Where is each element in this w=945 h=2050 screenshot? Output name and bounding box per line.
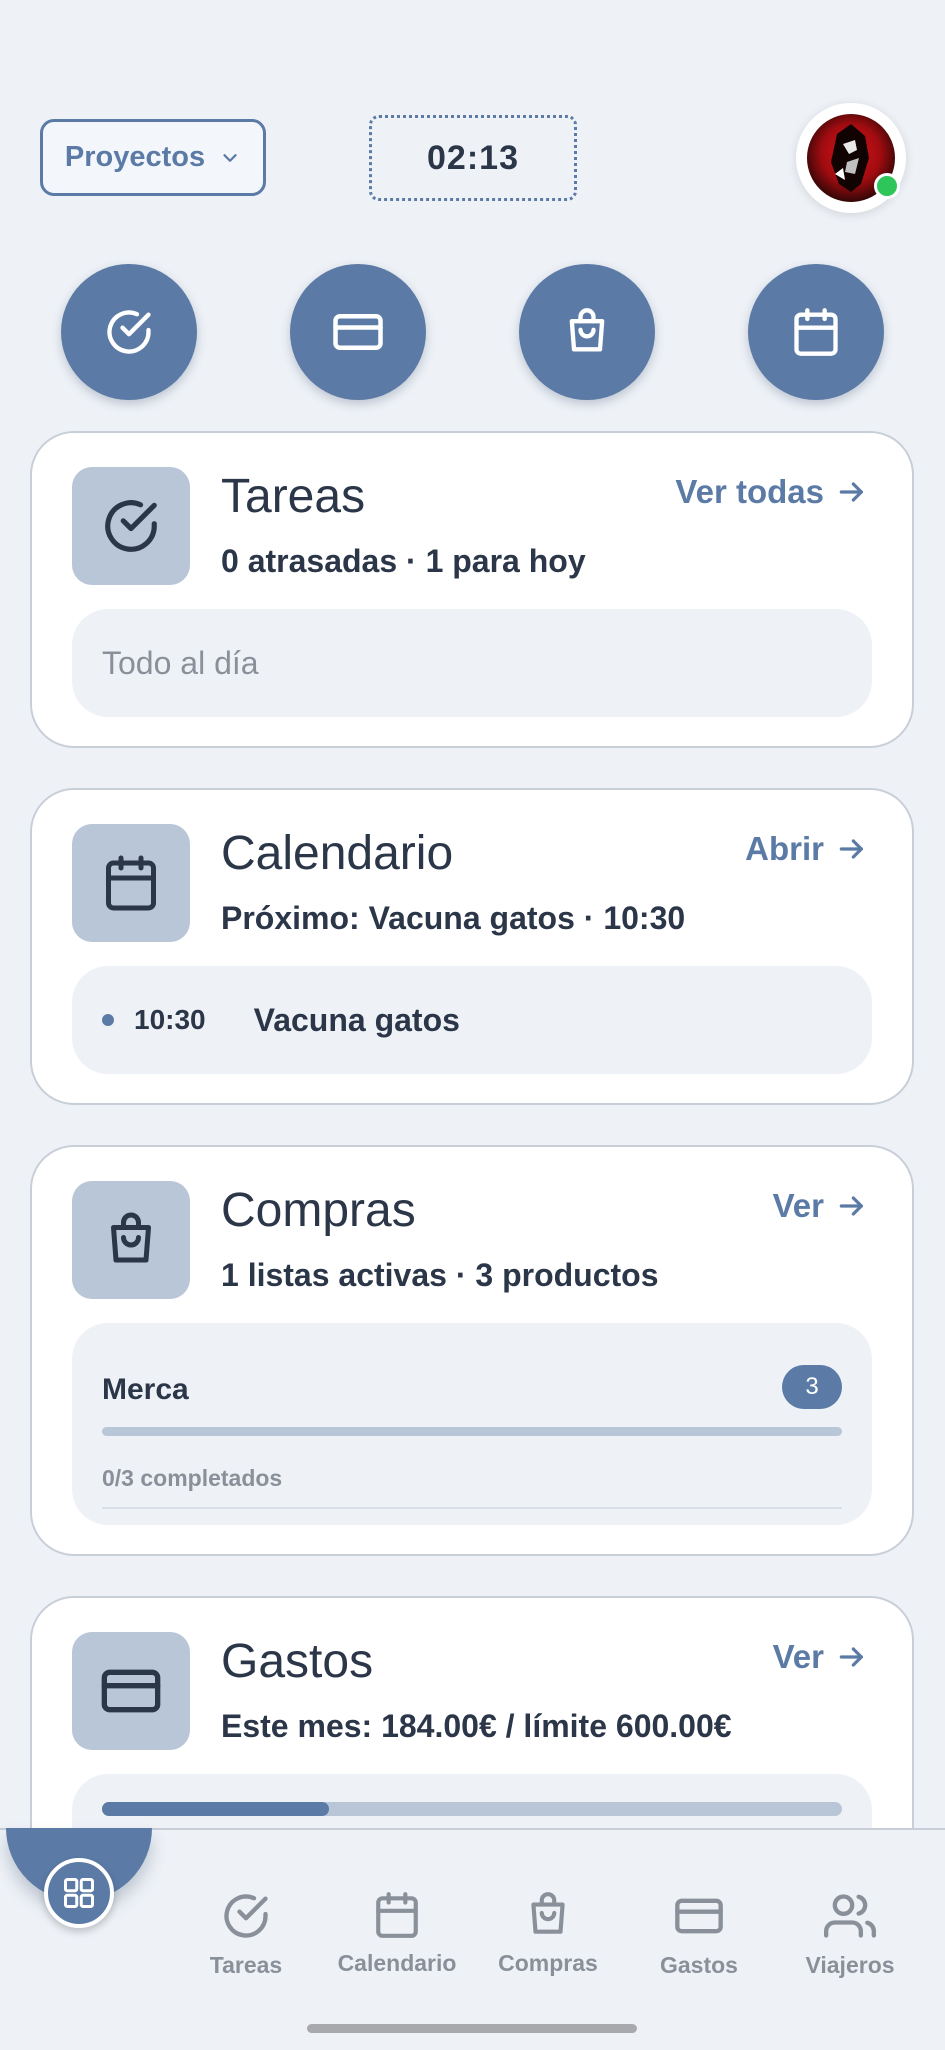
- credit-card-icon: [101, 1669, 161, 1713]
- nav-label-calendario: Calendario: [337, 1950, 457, 1976]
- expenses-progress-fill: [102, 1802, 329, 1816]
- quick-calendar-button[interactable]: [748, 264, 884, 400]
- arrow-right-icon: [839, 482, 863, 502]
- online-status-dot: [874, 173, 900, 199]
- event-name: Vacuna gatos: [253, 1001, 460, 1038]
- tasks-empty-state: Todo al día: [72, 609, 872, 717]
- timer-value: 02:13: [427, 138, 519, 177]
- projects-dropdown[interactable]: Proyectos: [40, 119, 266, 196]
- nav-item-tareas[interactable]: Tareas: [171, 1890, 321, 1979]
- arrow-right-icon: [839, 839, 863, 859]
- expenses-see-link[interactable]: Ver: [773, 1638, 868, 1676]
- grid-icon: [64, 1878, 94, 1908]
- calendar-summary: Próximo: Vacuna gatos · 10:30: [221, 900, 686, 936]
- shopping-link-label: Ver: [772, 1187, 824, 1224]
- check-circle-icon: [224, 1894, 268, 1938]
- shopping-list-item[interactable]: Merca 3 0/3 completados: [72, 1323, 872, 1525]
- dashboard-fab[interactable]: [44, 1858, 114, 1928]
- calendar-icon: [794, 308, 838, 356]
- shopping-progress-track: [102, 1427, 842, 1436]
- home-indicator[interactable]: [307, 2024, 637, 2033]
- users-icon: [824, 1894, 876, 1938]
- user-avatar-button[interactable]: [796, 103, 906, 213]
- expenses-summary: Este mes: 184.00€ / límite 600.00€: [221, 1708, 732, 1744]
- projects-label: Proyectos: [64, 141, 206, 173]
- event-dot: [102, 1014, 114, 1026]
- nav-label-compras: Compras: [498, 1950, 598, 1976]
- session-timer[interactable]: 02:13: [369, 115, 577, 201]
- tasks-see-all-link[interactable]: Ver todas: [675, 473, 868, 511]
- shopping-progress-text: 0/3 completados: [102, 1465, 283, 1491]
- calendar-icon: [376, 1892, 418, 1938]
- expenses-link-label: Ver: [772, 1638, 824, 1675]
- nav-label-tareas: Tareas: [209, 1952, 283, 1978]
- shopping-card-title: Compras: [221, 1184, 416, 1237]
- chevron-down-icon: [223, 153, 237, 162]
- shopping-bag-icon: [531, 1892, 565, 1934]
- calendar-icon: [106, 855, 156, 911]
- shopping-list-name: Merca: [102, 1373, 189, 1406]
- expenses-card-title: Gastos: [221, 1635, 374, 1688]
- tasks-empty-text: Todo al día: [102, 644, 259, 681]
- check-circle-icon: [105, 500, 157, 552]
- shopping-summary: 1 listas activas · 3 productos: [221, 1257, 659, 1293]
- tasks-link-label: Ver todas: [675, 473, 824, 510]
- credit-card-icon: [333, 314, 383, 350]
- quick-expenses-button[interactable]: [290, 264, 426, 400]
- nav-item-gastos[interactable]: Gastos: [624, 1890, 774, 1979]
- nav-item-viajeros[interactable]: Viajeros: [775, 1890, 925, 1979]
- shopping-bag-icon: [111, 1212, 151, 1263]
- quick-tasks-button[interactable]: [61, 264, 197, 400]
- event-time: 10:30: [134, 1004, 206, 1035]
- shopping-bag-icon: [569, 308, 605, 352]
- credit-card-icon: [675, 1898, 723, 1934]
- nav-item-calendario[interactable]: Calendario: [322, 1890, 472, 1977]
- arrow-right-icon: [839, 1647, 863, 1667]
- nav-label-viajeros: Viajeros: [805, 1952, 895, 1978]
- quick-shopping-button[interactable]: [519, 264, 655, 400]
- calendar-open-link[interactable]: Abrir: [745, 830, 868, 868]
- tasks-card-title: Tareas: [221, 470, 366, 523]
- calendar-link-label: Abrir: [745, 830, 824, 867]
- expenses-card-icon-box: [72, 1632, 190, 1750]
- shopping-card: Compras Ver 1 listas activas · 3 product…: [30, 1145, 914, 1556]
- calendar-card: Calendario Abrir Próximo: Vacuna gatos ·…: [30, 788, 914, 1105]
- nav-item-compras[interactable]: Compras: [473, 1890, 623, 1977]
- shopping-see-link[interactable]: Ver: [773, 1187, 868, 1225]
- tasks-summary: 0 atrasadas · 1 para hoy: [221, 543, 586, 579]
- nav-label-gastos: Gastos: [660, 1952, 738, 1978]
- expenses-progress-track: [102, 1802, 842, 1816]
- calendar-card-title: Calendario: [221, 827, 454, 880]
- check-circle-icon: [107, 310, 151, 354]
- calendar-event-row[interactable]: 10:30 Vacuna gatos: [72, 966, 872, 1074]
- calendar-card-icon-box: [72, 824, 190, 942]
- divider: [102, 1507, 842, 1509]
- tasks-card-icon-box: [72, 467, 190, 585]
- tasks-card: Tareas Ver todas 0 atrasadas · 1 para ho…: [30, 431, 914, 748]
- shopping-list-count-badge: 3: [782, 1365, 842, 1409]
- arrow-right-icon: [839, 1196, 863, 1216]
- shopping-card-icon-box: [72, 1181, 190, 1299]
